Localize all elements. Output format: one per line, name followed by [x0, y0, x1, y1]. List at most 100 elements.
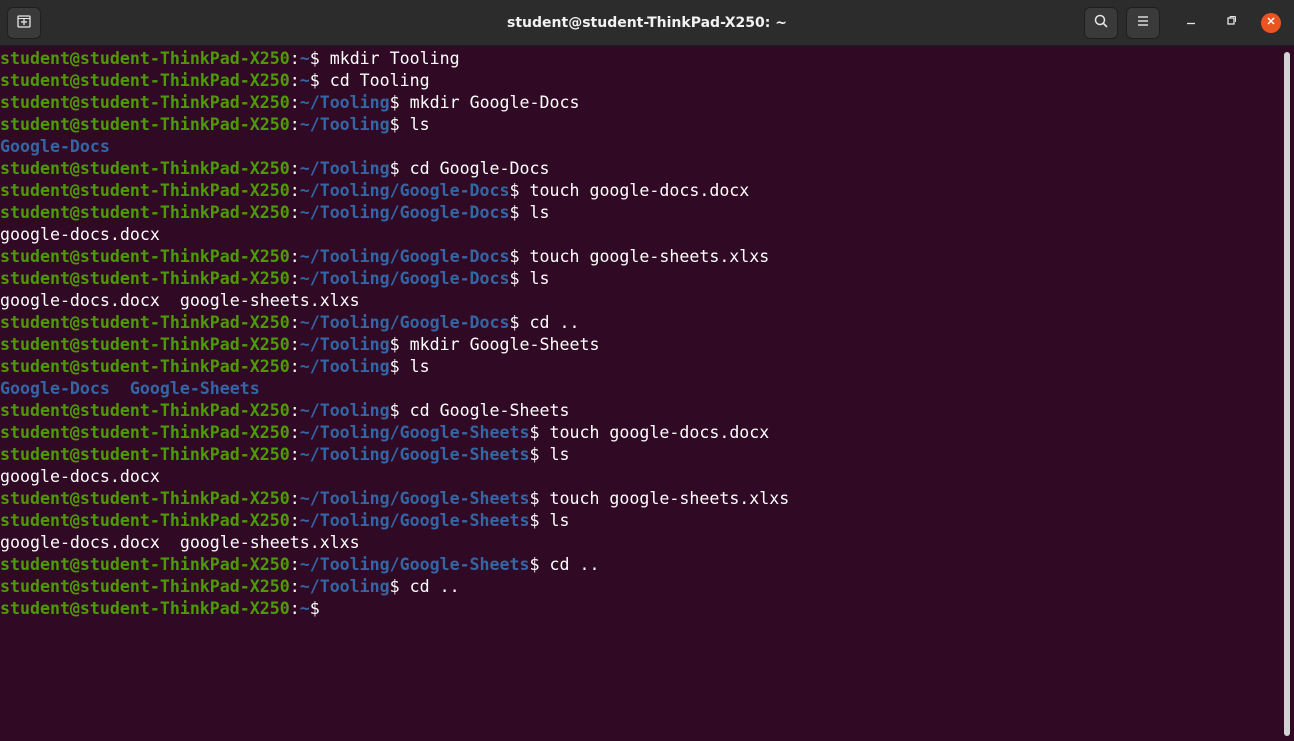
prompt-user-host: student@student-ThinkPad-X250	[0, 445, 290, 464]
prompt-user-host: student@student-ThinkPad-X250	[0, 49, 290, 68]
command-text: cd ..	[519, 313, 580, 332]
title-bar: student@student-ThinkPad-X250: ~	[0, 0, 1294, 46]
command-text: cd Tooling	[319, 71, 430, 90]
prompt-symbol: $	[529, 511, 540, 530]
prompt-path: ~/Tooling	[299, 159, 390, 178]
close-icon	[1265, 14, 1277, 32]
scrollbar[interactable]	[1284, 52, 1290, 736]
search-button[interactable]	[1084, 7, 1118, 39]
prompt-line: student@student-ThinkPad-X250:~/Tooling$…	[0, 400, 1282, 422]
output-line: google-docs.docx google-sheets.xlxs	[0, 290, 1282, 312]
command-text: ls	[539, 445, 570, 464]
minimize-icon	[1185, 14, 1197, 32]
prompt-user-host: student@student-ThinkPad-X250	[0, 247, 290, 266]
prompt-user-host: student@student-ThinkPad-X250	[0, 203, 290, 222]
prompt-separator: :	[289, 577, 300, 596]
prompt-symbol: $	[529, 489, 540, 508]
prompt-line: student@student-ThinkPad-X250:~/Tooling/…	[0, 554, 1282, 576]
prompt-symbol: $	[309, 71, 320, 90]
command-text: touch google-sheets.xlxs	[539, 489, 790, 508]
prompt-separator: :	[289, 489, 300, 508]
maximize-icon	[1225, 14, 1237, 32]
prompt-symbol: $	[509, 313, 520, 332]
prompt-separator: :	[289, 115, 300, 134]
prompt-path: ~/Tooling	[299, 357, 390, 376]
close-button[interactable]	[1261, 13, 1281, 33]
prompt-symbol: $	[389, 577, 400, 596]
prompt-line: student@student-ThinkPad-X250:~$	[0, 598, 1282, 620]
command-text: mkdir Tooling	[319, 49, 460, 68]
output-line: google-docs.docx google-sheets.xlxs	[0, 532, 1282, 554]
prompt-line: student@student-ThinkPad-X250:~/Tooling/…	[0, 510, 1282, 532]
prompt-symbol: $	[309, 599, 320, 618]
prompt-path: ~/Tooling/Google-Sheets	[299, 511, 530, 530]
prompt-separator: :	[289, 357, 300, 376]
output-line: google-docs.docx	[0, 224, 1282, 246]
command-text: touch google-docs.docx	[539, 423, 770, 442]
prompt-user-host: student@student-ThinkPad-X250	[0, 335, 290, 354]
maximize-button[interactable]	[1221, 13, 1241, 33]
prompt-path: ~/Tooling	[299, 577, 390, 596]
menu-button[interactable]	[1126, 7, 1160, 39]
prompt-separator: :	[289, 181, 300, 200]
terminal-output[interactable]: student@student-ThinkPad-X250:~$ mkdir T…	[0, 48, 1282, 741]
prompt-separator: :	[289, 247, 300, 266]
command-text: cd Google-Docs	[399, 159, 550, 178]
prompt-user-host: student@student-ThinkPad-X250	[0, 93, 290, 112]
prompt-user-host: student@student-ThinkPad-X250	[0, 71, 290, 90]
prompt-separator: :	[289, 203, 300, 222]
prompt-path: ~/Tooling/Google-Docs	[299, 313, 510, 332]
prompt-symbol: $	[389, 93, 400, 112]
command-text: ls	[399, 115, 430, 134]
prompt-line: student@student-ThinkPad-X250:~/Tooling/…	[0, 246, 1282, 268]
prompt-line: student@student-ThinkPad-X250:~$ cd Tool…	[0, 70, 1282, 92]
terminal-window: student@student-ThinkPad-X250: ~ student…	[0, 0, 1294, 741]
minimize-button[interactable]	[1181, 13, 1201, 33]
prompt-symbol: $	[529, 555, 540, 574]
prompt-path: ~/Tooling/Google-Sheets	[299, 423, 530, 442]
command-text: mkdir Google-Docs	[399, 93, 580, 112]
prompt-symbol: $	[309, 49, 320, 68]
prompt-line: student@student-ThinkPad-X250:~/Tooling$…	[0, 92, 1282, 114]
output-text: google-docs.docx	[0, 225, 160, 244]
prompt-user-host: student@student-ThinkPad-X250	[0, 115, 290, 134]
prompt-separator: :	[289, 49, 300, 68]
command-text: cd ..	[539, 555, 600, 574]
prompt-path: ~	[299, 71, 310, 90]
prompt-symbol: $	[529, 445, 540, 464]
prompt-user-host: student@student-ThinkPad-X250	[0, 269, 290, 288]
prompt-path: ~/Tooling/Google-Docs	[299, 181, 510, 200]
prompt-user-host: student@student-ThinkPad-X250	[0, 357, 290, 376]
prompt-separator: :	[289, 445, 300, 464]
prompt-path: ~	[299, 599, 310, 618]
output-text: google-docs.docx google-sheets.xlxs	[0, 291, 360, 310]
prompt-path: ~/Tooling	[299, 335, 390, 354]
new-tab-icon	[16, 13, 32, 34]
prompt-user-host: student@student-ThinkPad-X250	[0, 489, 290, 508]
prompt-user-host: student@student-ThinkPad-X250	[0, 511, 290, 530]
prompt-line: student@student-ThinkPad-X250:~/Tooling$…	[0, 356, 1282, 378]
prompt-symbol: $	[509, 203, 520, 222]
prompt-symbol: $	[509, 181, 520, 200]
prompt-path: ~/Tooling/Google-Sheets	[299, 489, 530, 508]
command-text: touch google-sheets.xlxs	[519, 247, 770, 266]
prompt-line: student@student-ThinkPad-X250:~/Tooling/…	[0, 422, 1282, 444]
prompt-line: student@student-ThinkPad-X250:~/Tooling/…	[0, 488, 1282, 510]
prompt-separator: :	[289, 71, 300, 90]
prompt-user-host: student@student-ThinkPad-X250	[0, 423, 290, 442]
prompt-user-host: student@student-ThinkPad-X250	[0, 159, 290, 178]
hamburger-menu-icon	[1135, 13, 1151, 34]
prompt-symbol: $	[389, 401, 400, 420]
command-text: touch google-docs.docx	[519, 181, 750, 200]
prompt-separator: :	[289, 511, 300, 530]
prompt-symbol: $	[389, 115, 400, 134]
new-tab-button[interactable]	[7, 7, 41, 39]
prompt-path: ~/Tooling/Google-Docs	[299, 269, 510, 288]
prompt-symbol: $	[389, 357, 400, 376]
command-text: cd Google-Sheets	[399, 401, 570, 420]
output-text: google-docs.docx google-sheets.xlxs	[0, 533, 360, 552]
prompt-line: student@student-ThinkPad-X250:~/Tooling$…	[0, 158, 1282, 180]
command-text: mkdir Google-Sheets	[399, 335, 600, 354]
prompt-path: ~/Tooling/Google-Docs	[299, 247, 510, 266]
prompt-line: student@student-ThinkPad-X250:~/Tooling/…	[0, 268, 1282, 290]
